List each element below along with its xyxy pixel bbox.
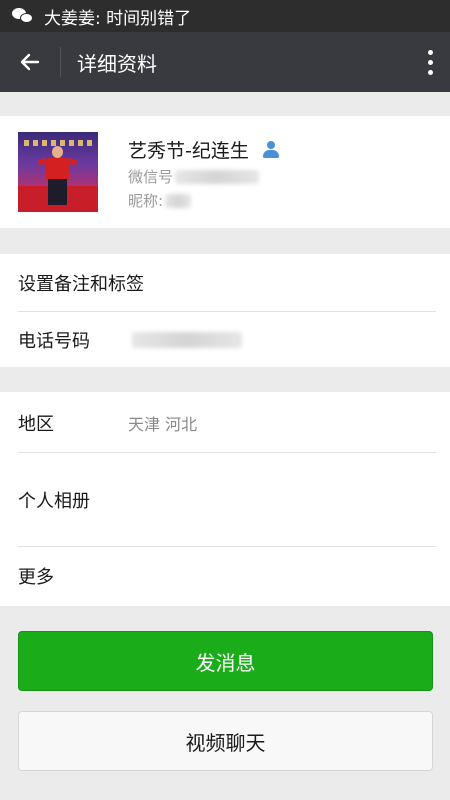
phone-row[interactable]: 电话号码 [0,311,450,368]
nickname-redacted [165,193,192,208]
send-message-button[interactable]: 发消息 [18,631,433,691]
page-title: 详细资料 [77,51,157,76]
phone-redacted [132,331,242,348]
avatar[interactable] [18,132,98,212]
more-menu-button[interactable] [410,32,450,92]
remark-tags-row[interactable]: 设置备注和标签 [0,254,450,311]
status-bar: 大姜姜: 时间别错了 [0,0,450,32]
region-value: 天津 河北 [128,414,198,434]
profile-card[interactable]: 艺秀节-纪连生 微信号 昵称: [0,116,450,228]
remark-section: 设置备注和标签 电话号码 [0,254,450,367]
wechat-icon [12,7,34,25]
more-vertical-icon [427,49,433,55]
info-section: 地区 天津 河北 个人相册 更多 [0,392,450,606]
more-row[interactable]: 更多 [0,547,450,604]
app-bar: 详细资料 [0,32,450,92]
notification-text: 大姜姜: 时间别错了 [44,8,192,29]
contact-name: 艺秀节-纪连生 [128,136,281,163]
arrow-left-icon [20,53,40,71]
album-row[interactable]: 个人相册 [0,453,450,546]
app-bar-divider [60,47,61,77]
wechat-id: 微信号 [128,166,260,187]
video-chat-button[interactable]: 视频聊天 [18,711,433,771]
person-icon [261,140,281,159]
nickname: 昵称: [128,190,192,211]
wechat-id-redacted [175,169,260,184]
region-row: 地区 天津 河北 [0,394,450,451]
back-button[interactable] [0,32,60,92]
